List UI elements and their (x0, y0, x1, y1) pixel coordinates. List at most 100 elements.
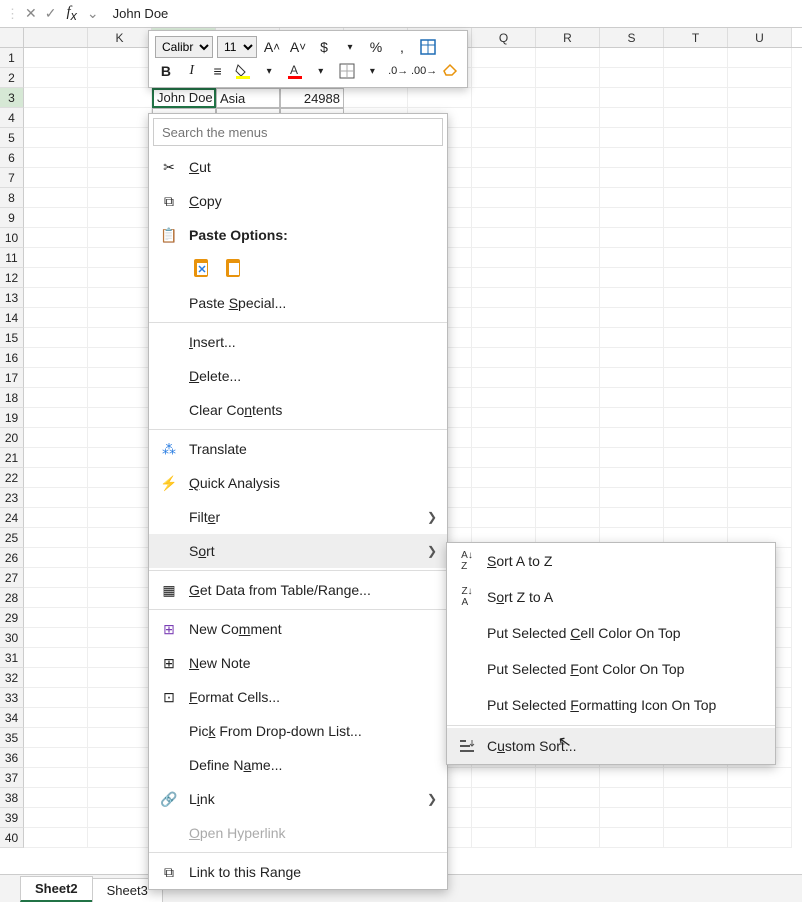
cell[interactable] (600, 88, 664, 108)
tab-sheet2[interactable]: Sheet2 (20, 876, 93, 902)
cell[interactable] (472, 128, 536, 148)
row-header[interactable]: 10 (0, 228, 24, 248)
cell[interactable] (24, 588, 88, 608)
cell[interactable] (600, 768, 664, 788)
cell[interactable] (344, 88, 408, 108)
cell[interactable] (600, 108, 664, 128)
cell[interactable] (664, 468, 728, 488)
cell[interactable] (664, 448, 728, 468)
menu-delete[interactable]: Delete... (149, 359, 447, 393)
cell[interactable] (600, 508, 664, 528)
menu-get-data[interactable]: ▦ Get Data from Table/Range... (149, 573, 447, 607)
cell[interactable] (24, 168, 88, 188)
cell[interactable] (88, 688, 152, 708)
cell[interactable] (728, 768, 792, 788)
cell[interactable] (536, 128, 600, 148)
cell[interactable] (472, 788, 536, 808)
cell[interactable] (728, 388, 792, 408)
font-color-icon[interactable]: A (284, 60, 306, 82)
cell[interactable] (88, 48, 152, 68)
cell[interactable] (472, 348, 536, 368)
cell[interactable] (24, 508, 88, 528)
col-header[interactable] (24, 28, 88, 47)
cell[interactable] (408, 88, 472, 108)
row-header[interactable]: 6 (0, 148, 24, 168)
row-header[interactable]: 27 (0, 568, 24, 588)
row-header[interactable]: 35 (0, 728, 24, 748)
cell[interactable] (472, 188, 536, 208)
cell[interactable] (664, 768, 728, 788)
cell[interactable] (536, 328, 600, 348)
row-header[interactable]: 18 (0, 388, 24, 408)
cell[interactable] (88, 388, 152, 408)
row-header[interactable]: 38 (0, 788, 24, 808)
cell[interactable] (24, 148, 88, 168)
cell[interactable] (600, 148, 664, 168)
cell[interactable] (88, 128, 152, 148)
cell[interactable] (88, 788, 152, 808)
fx-icon[interactable]: fx (60, 4, 82, 23)
cell[interactable] (88, 648, 152, 668)
cell[interactable] (88, 708, 152, 728)
cell[interactable] (536, 248, 600, 268)
cell[interactable] (728, 448, 792, 468)
menu-search[interactable] (153, 118, 443, 146)
menu-new-comment[interactable]: ⊞ New Comment (149, 612, 447, 646)
increase-font-icon[interactable]: A˄ (261, 36, 283, 58)
cell[interactable] (88, 288, 152, 308)
cell[interactable] (472, 248, 536, 268)
cell[interactable] (88, 448, 152, 468)
row-header[interactable]: 33 (0, 688, 24, 708)
cell[interactable] (88, 808, 152, 828)
row-header[interactable]: 5 (0, 128, 24, 148)
menu-filter[interactable]: Filter ❯ (149, 500, 447, 534)
bold-icon[interactable]: B (155, 60, 177, 82)
row-header[interactable]: 36 (0, 748, 24, 768)
row-header[interactable]: 21 (0, 448, 24, 468)
menu-new-note[interactable]: ⊞ New Note (149, 646, 447, 680)
cell[interactable] (472, 88, 536, 108)
row-header[interactable]: 4 (0, 108, 24, 128)
cell[interactable] (664, 288, 728, 308)
paste-option-icon[interactable] (191, 257, 213, 282)
cell[interactable] (664, 388, 728, 408)
row-header[interactable]: 19 (0, 408, 24, 428)
cell[interactable] (728, 208, 792, 228)
cell[interactable] (600, 408, 664, 428)
row-header[interactable]: 40 (0, 828, 24, 848)
cell[interactable] (472, 448, 536, 468)
cell[interactable] (664, 68, 728, 88)
cell[interactable] (536, 768, 600, 788)
accept-icon[interactable]: ✓ (41, 3, 61, 24)
cell[interactable] (600, 128, 664, 148)
cell[interactable] (88, 728, 152, 748)
cell[interactable] (728, 108, 792, 128)
submenu-cell-color[interactable]: Put Selected Cell Color On Top (447, 615, 775, 651)
cell[interactable] (24, 468, 88, 488)
cell[interactable] (472, 268, 536, 288)
dropdown-icon[interactable]: ⌄ (83, 3, 103, 24)
cell[interactable] (536, 188, 600, 208)
cell[interactable] (88, 488, 152, 508)
row-header[interactable]: 16 (0, 348, 24, 368)
cell[interactable] (536, 68, 600, 88)
cell[interactable] (728, 228, 792, 248)
row-header[interactable]: 28 (0, 588, 24, 608)
row-header[interactable]: 39 (0, 808, 24, 828)
row-header[interactable]: 34 (0, 708, 24, 728)
cell[interactable] (472, 208, 536, 228)
menu-link-range[interactable]: ⧉ Link to this Range (149, 855, 447, 889)
cell[interactable] (664, 368, 728, 388)
cell[interactable] (536, 208, 600, 228)
cell[interactable] (664, 148, 728, 168)
cell[interactable] (88, 468, 152, 488)
cell[interactable] (24, 208, 88, 228)
cell[interactable] (536, 348, 600, 368)
cell[interactable] (472, 288, 536, 308)
cell[interactable] (24, 408, 88, 428)
cell[interactable] (728, 68, 792, 88)
cell[interactable] (24, 788, 88, 808)
cell[interactable] (600, 308, 664, 328)
cell[interactable] (24, 308, 88, 328)
row-header[interactable]: 11 (0, 248, 24, 268)
